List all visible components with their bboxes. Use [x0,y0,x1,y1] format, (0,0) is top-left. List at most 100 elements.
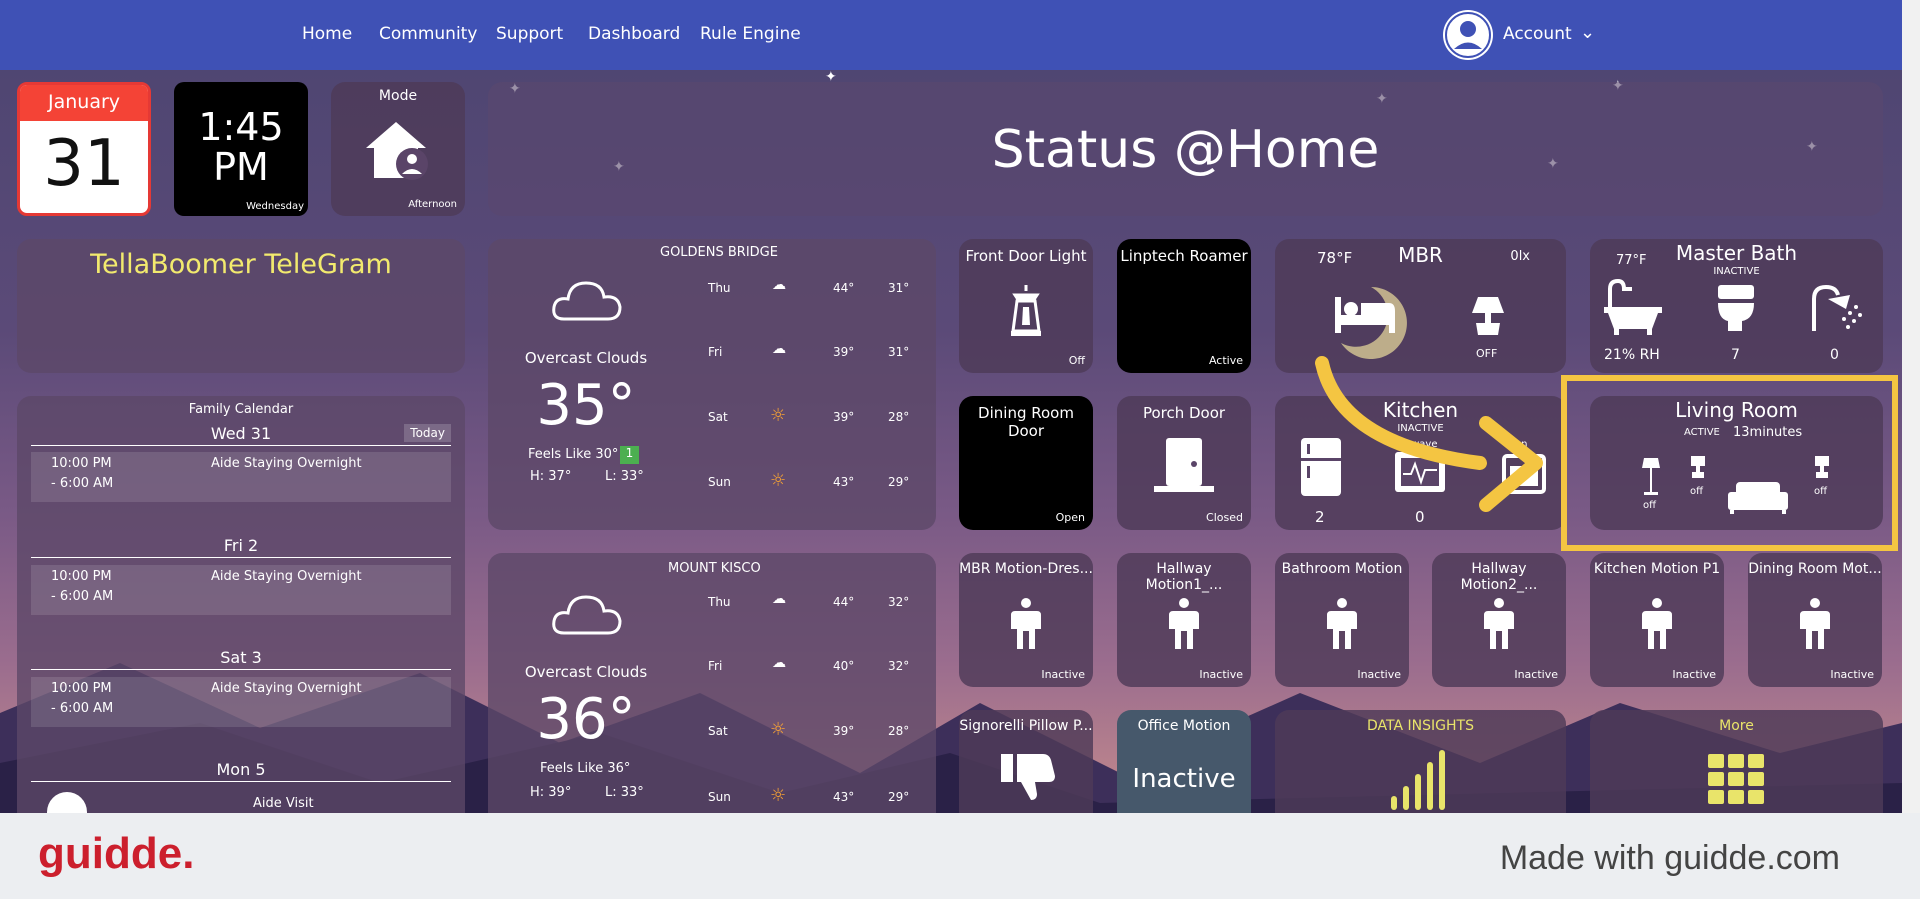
tile-state: ACTIVE [1684,427,1720,438]
sun-icon: ☼ [770,719,787,740]
master-bath-tile[interactable]: Master Bath INACTIVE 77°F 21% RH 7 0 [1590,239,1883,373]
dining-room-door-tile[interactable]: Dining Room Door Open [959,396,1093,530]
pillow-tile[interactable]: Signorelli Pillow P... [959,710,1093,813]
lamp-icon [1815,456,1829,478]
weather-condition: Overcast Clouds [524,349,648,367]
tile-status: Off [1068,354,1085,367]
front-door-light-tile[interactable]: Front Door Light Off [959,239,1093,373]
nav-support[interactable]: Support [496,24,563,44]
chevron-down-icon[interactable]: ⌄ [1580,22,1595,43]
weather-location: GOLDENS BRIDGE [660,245,778,260]
door-icon [1154,438,1214,492]
tile-title: Living Room [1675,398,1798,422]
banner-title: Status @Home [991,120,1380,180]
weather-high: H: 37° [530,469,572,484]
data-insights-tile[interactable]: DATA INSIGHTS [1275,710,1566,813]
arrow-annotation-icon [1315,356,1543,512]
calendar-event[interactable]: 10:00 PM - 6:00 AM Aide Staying Overnigh… [31,677,451,727]
status-banner: Status @Home [488,82,1883,216]
tile-title: Kitchen Motion P1 [1593,561,1721,577]
sun-icon: ☼ [770,405,787,426]
motion-tile[interactable]: Kitchen Motion P1 Inactive [1590,553,1724,687]
tile-status: Inactive [1514,668,1558,681]
linptech-roamer-tile[interactable]: Linptech Roamer Active [1117,239,1251,373]
weather-feels-like: Feels Like 36° [540,761,631,776]
nav-rule-engine[interactable]: Rule Engine [700,24,801,44]
forecast-day: Sun [708,790,731,804]
forecast-day: Thu [708,595,731,609]
person-icon [1484,598,1514,649]
tile-title: Bathroom Motion [1281,561,1403,577]
tile-title: More [1719,718,1754,734]
tile-status: Inactive [1041,668,1085,681]
mbr-lux: 0lx [1510,249,1530,264]
date-month: January [20,85,148,121]
motion-tile[interactable]: Bathroom Motion Inactive [1275,553,1409,687]
mbr-tile[interactable]: 78°F MBR 0lx OFF [1275,239,1566,373]
mode-tile[interactable]: Mode Afternoon [331,82,465,216]
tile-status: Inactive [1672,668,1716,681]
clock-time: 1:45 [198,105,284,149]
cloud-icon: ☁ [772,341,786,357]
account-avatar-icon[interactable] [1443,10,1493,60]
calendar-day-label: Fri 2 [31,536,451,558]
cloud-icon [552,281,622,321]
clock-ampm: PM [213,145,269,189]
weather-tile-mount-kisco[interactable]: MOUNT KISCO Overcast Clouds 36° Feels Li… [488,553,936,813]
forecast-day: Sat [708,410,728,424]
motion-tile[interactable]: Dining Room Mot... Inactive [1748,553,1882,687]
telegram-title: TellaBoomer TeleGram [90,249,392,280]
tile-title: Signorelli Pillow P... [959,718,1093,734]
motion-tile[interactable]: MBR Motion-Dres... Inactive [959,553,1093,687]
cloud-icon: ☁ [772,591,786,607]
lamp-status: off [1690,486,1704,497]
weather-feels-like: Feels Like 30° [528,447,619,462]
account-menu[interactable]: Account [1503,24,1572,44]
floor-lamp-icon [1642,458,1660,495]
lamp-icon [1472,297,1504,335]
nav-community[interactable]: Community [379,24,477,44]
motion-tile[interactable]: Hallway Motion1_... Inactive [1117,553,1251,687]
tile-status: Closed [1206,511,1243,524]
office-motion-tile[interactable]: Office Motion Inactive [1117,710,1251,813]
scrollbar[interactable] [1902,0,1920,813]
forecast-day: Thu [708,281,731,295]
porch-door-tile[interactable]: Porch Door Closed [1117,396,1251,530]
weather-high: H: 39° [530,785,572,800]
shower-count: 0 [1830,347,1839,363]
weather-low: L: 33° [605,469,644,484]
footer-credit[interactable]: Made with guidde.com [1500,839,1840,878]
calendar-event[interactable]: 10:00 PM - 6:00 AM Aide Staying Overnigh… [31,565,451,615]
guidde-logo[interactable]: guidde. [38,829,194,879]
person-icon [1011,598,1041,649]
lamp-icon [1691,456,1705,478]
tile-title: Linptech Roamer [1120,247,1248,265]
calendar-day-label: Sat 3 [31,648,451,670]
tile-title: Dining Room Mot... [1748,561,1882,577]
bath-temp: 77°F [1616,253,1647,268]
tile-status: Inactive [1199,668,1243,681]
calendar-day-label: Wed 31 [31,424,451,446]
telegram-tile[interactable]: TellaBoomer TeleGram [17,239,465,373]
forecast-day: Fri [708,659,723,673]
weather-temp: 35° [536,373,636,438]
cloud-icon: ☁ [772,655,786,671]
bed-icon [1335,297,1395,333]
motion-tile[interactable]: Hallway Motion2_... Inactive [1432,553,1566,687]
weather-tile-goldens-bridge[interactable]: GOLDENS BRIDGE Overcast Clouds 35° Feels… [488,239,936,530]
active-duration: 13minutes [1733,425,1803,440]
tile-title: DATA INSIGHTS [1367,718,1474,734]
nav-dashboard[interactable]: Dashboard [588,24,680,44]
calendar-event[interactable]: 10:00 PM - 6:00 AM Aide Staying Overnigh… [31,452,451,502]
calendar-day-label: Mon 5 [31,760,451,782]
living-room-tile[interactable]: Living Room ACTIVE 13minutes off off off [1590,396,1883,530]
today-badge[interactable]: Today [404,424,451,442]
nav-home[interactable]: Home [302,24,352,44]
weather-location: MOUNT KISCO [668,561,761,576]
cloud-icon: ☁ [772,277,786,293]
tile-title: Porch Door [1142,404,1226,422]
thumbs-down-icon [1001,754,1055,800]
tile-status: Inactive [1830,668,1874,681]
more-tile[interactable]: More [1590,710,1883,813]
sofa-icon [1728,482,1788,514]
